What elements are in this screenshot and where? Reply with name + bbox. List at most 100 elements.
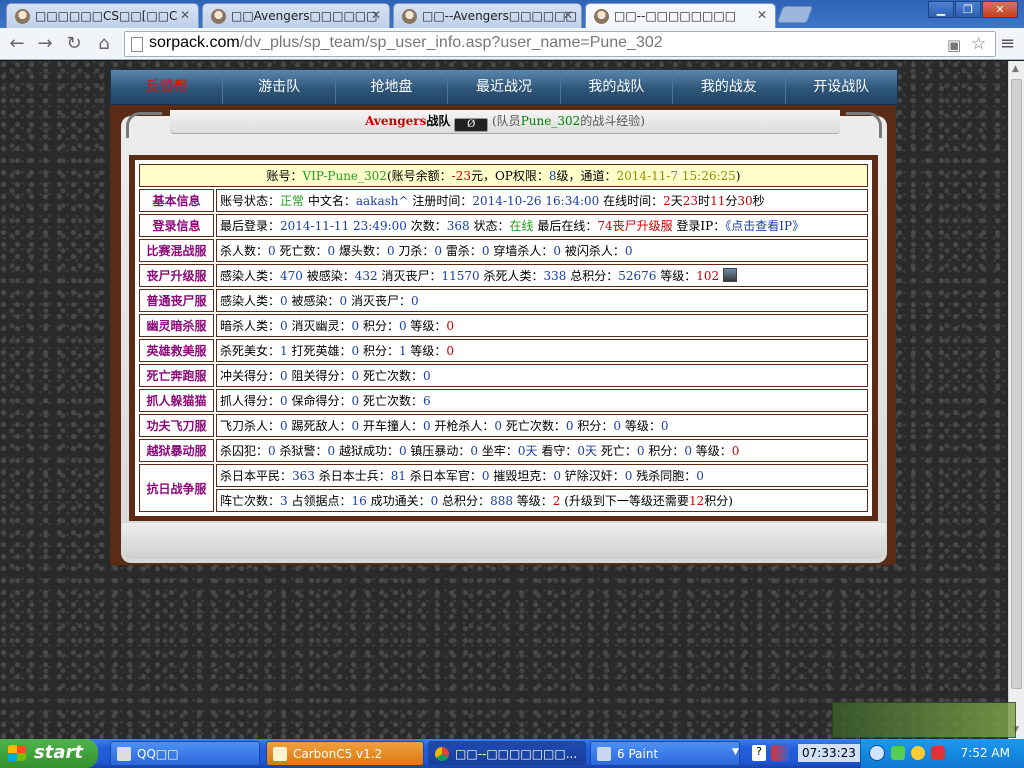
row-values: 最后登录：2014-11-11 23:49:00 次数：368 状态：在线 最后… xyxy=(216,214,868,237)
label: 被闪杀人： xyxy=(561,244,625,258)
value: 2 xyxy=(663,194,671,208)
value: 102 xyxy=(696,269,720,283)
table-row: 比赛混战服 杀人数：0 死亡数：0 爆头数：0 刀杀：0 雷杀：0 穿墙杀人：0… xyxy=(139,239,868,262)
label: 残杀同胞： xyxy=(632,469,697,483)
update-icon[interactable] xyxy=(911,746,925,760)
value: 2014-10-26 16:34:00 xyxy=(472,194,600,208)
row-values: 杀人数：0 死亡数：0 爆头数：0 刀杀：0 雷杀：0 穿墙杀人：0 被闪杀人：… xyxy=(216,239,868,262)
menu-icon[interactable]: ≡ xyxy=(1000,33,1015,54)
nav-create-team[interactable]: 开设战队 xyxy=(784,70,897,104)
label: 时 xyxy=(698,194,711,208)
vertical-scrollbar[interactable]: ▲ ▼ xyxy=(1008,61,1024,739)
restore-button[interactable]: ❐ xyxy=(955,1,981,18)
chevron-down-icon[interactable]: ▼ xyxy=(732,747,739,757)
close-icon[interactable]: ✕ xyxy=(371,8,381,22)
taskbar-item-qq[interactable]: QQ□□ xyxy=(110,741,260,766)
address-bar[interactable]: sorpack.com/dv_plus/sp_team/sp_user_info… xyxy=(124,31,996,57)
label: 消灭幽灵： xyxy=(287,319,352,333)
row-category: 抓人躲猫猫 xyxy=(139,389,214,412)
nav-recent[interactable]: 最近战况 xyxy=(447,70,559,104)
value: 0 xyxy=(553,469,561,483)
value: 0 xyxy=(351,419,360,433)
table-row: 普通丧尸服 感染人类：0 被感染：0 消灭丧尸：0 xyxy=(139,289,868,312)
back-icon[interactable]: ← xyxy=(6,33,28,55)
close-icon[interactable]: ✕ xyxy=(757,8,767,22)
value: 52676 xyxy=(618,269,657,283)
browser-tab-1[interactable]: □□□□□□CS□□[□□C ✕ xyxy=(6,3,199,28)
value: 0 xyxy=(327,244,336,258)
new-tab-button[interactable] xyxy=(776,6,814,23)
row-category: 越狱暴动服 xyxy=(139,439,214,462)
close-icon[interactable]: ✕ xyxy=(180,8,190,22)
browser-tab-3[interactable]: □□--Avengers□□□□□□ ✕ xyxy=(393,3,582,28)
bookmark-star-icon[interactable]: ☆ xyxy=(971,34,986,54)
value: 2014-11-11 23:49:00 xyxy=(280,219,407,233)
favicon-icon xyxy=(211,9,226,24)
table-row: 功夫飞刀服 飞刀杀人：0 踢死敌人：0 开车撞人：0 开枪杀人：0 死亡次数：0… xyxy=(139,414,868,437)
label: 登录IP： xyxy=(672,219,726,233)
nav-guerrilla[interactable]: 游击队 xyxy=(222,70,334,104)
value: 470 xyxy=(280,269,303,283)
favicon-icon xyxy=(402,9,417,24)
label: 积分： xyxy=(573,419,614,433)
translate-icon[interactable]: ▣ xyxy=(947,36,961,54)
level-badge-icon xyxy=(722,268,737,282)
language-icon[interactable] xyxy=(771,745,789,761)
taskbar-item-carbon[interactable]: CarbonC5 v1.2 xyxy=(266,741,424,766)
security-icon[interactable] xyxy=(931,746,945,760)
value: 0 xyxy=(494,419,503,433)
view-ip-link[interactable]: 《点击查看IP》 xyxy=(725,219,804,233)
window-close-button[interactable]: ✕ xyxy=(982,1,1018,18)
label: 打死英雄： xyxy=(287,344,352,358)
label: 杀囚犯： xyxy=(220,444,269,458)
tray-expand-icon[interactable] xyxy=(869,745,885,761)
browser-tab-4[interactable]: □□--□□□□□□□□ ✕ xyxy=(585,3,776,28)
home-icon[interactable]: ⌂ xyxy=(93,33,115,55)
row-values: 感染人类：470 被感染：432 消灭丧尸：11570 杀死人类：338 总积分… xyxy=(216,264,868,287)
account-cell: 账号：VIP-Pune_302(账号余额：-23元，OP权限：8级，通道：201… xyxy=(139,164,868,187)
taskbar-item-chrome[interactable]: □□--□□□□□□□... xyxy=(428,741,586,766)
start-button[interactable]: start xyxy=(0,739,98,768)
browser-tab-2[interactable]: □□Avengers□□□□□□ ✕ xyxy=(202,3,390,28)
nav-my-team[interactable]: 我的战队 xyxy=(559,70,672,104)
windows-logo-icon xyxy=(8,745,26,761)
taskbar-item-paint[interactable]: 6 Paint xyxy=(590,741,740,766)
scrollbar-thumb[interactable] xyxy=(1011,79,1022,689)
label: 雷杀： xyxy=(442,244,482,258)
value: 0 xyxy=(481,244,490,258)
value: 0 xyxy=(351,319,360,333)
value: 0 xyxy=(684,444,692,458)
minimize-button[interactable]: ▁ xyxy=(928,1,954,18)
tab-label: □□--□□□□□□□□ xyxy=(614,9,737,23)
row-category: 丧尸升级服 xyxy=(139,264,214,287)
help-icon[interactable]: ? xyxy=(752,745,766,761)
member-prefix: (队员 xyxy=(492,114,521,128)
table-row: 阵亡次数：3 占领据点：16 成功通关：0 总积分：888 等级：2 (升级到下… xyxy=(139,489,868,512)
row-values: 感染人类：0 被感染：0 消灭丧尸：0 xyxy=(216,289,868,312)
nav-territory[interactable]: 抢地盘 xyxy=(334,70,447,104)
value: 3 xyxy=(280,494,288,508)
label: 消灭丧尸： xyxy=(347,294,411,308)
account-balance: -23 xyxy=(451,169,471,183)
value: 0 xyxy=(339,294,348,308)
reload-icon[interactable]: ↻ xyxy=(63,33,85,55)
table-row: 抗日战争服 杀日本平民：363 杀日本士兵：81 杀日本军官：0 摧毁坦克：0 … xyxy=(139,464,868,512)
forward-icon[interactable]: → xyxy=(34,33,56,55)
row-values: 杀死美女：1 打死英雄：0 积分：1 等级：0 xyxy=(216,339,868,362)
label: 暗杀人类： xyxy=(220,319,281,333)
value: 0 xyxy=(613,419,621,433)
network-icon[interactable] xyxy=(891,746,905,760)
value: 0 xyxy=(398,319,407,333)
label: 积分) xyxy=(704,494,733,508)
scroll-up-icon[interactable]: ▲ xyxy=(1012,64,1019,74)
channel-date: 2014-11-7 15:26:25 xyxy=(616,169,736,183)
value: 0 xyxy=(351,394,360,408)
label: 天 xyxy=(670,194,683,208)
value: aakash^ xyxy=(355,194,409,208)
close-icon[interactable]: ✕ xyxy=(563,8,573,22)
label: 消灭丧尸： xyxy=(377,269,442,283)
nav-feedback[interactable]: 反馈帮 xyxy=(111,70,222,104)
nav-my-friends[interactable]: 我的战友 xyxy=(672,70,784,104)
favicon-icon xyxy=(15,9,30,24)
team-name[interactable]: Avengers xyxy=(365,114,426,128)
